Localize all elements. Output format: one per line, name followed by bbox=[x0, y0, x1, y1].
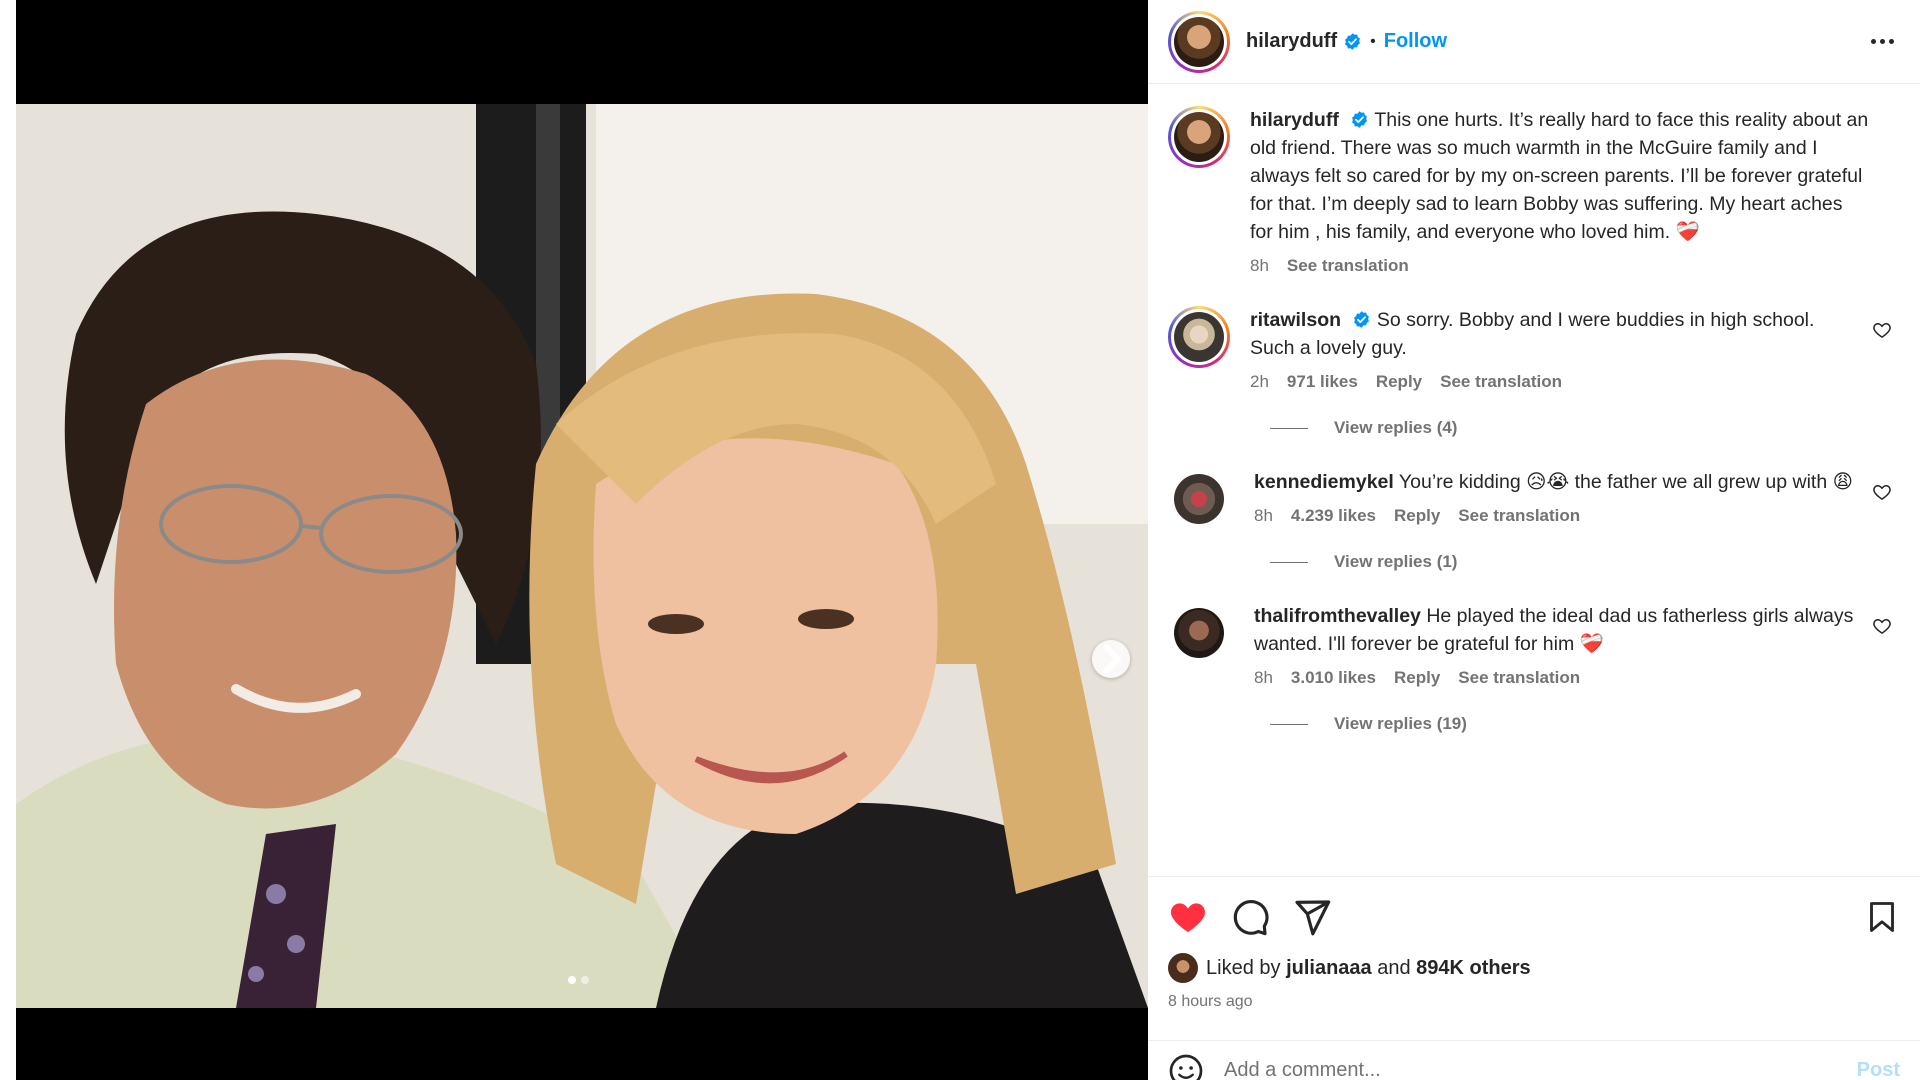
share-icon[interactable] bbox=[1292, 897, 1332, 937]
comment-time: 2h bbox=[1250, 372, 1269, 391]
emoji-icon[interactable] bbox=[1168, 1053, 1204, 1080]
caption-meta: 8h See translation bbox=[1250, 256, 1870, 276]
comment-meta: 8h 4.239 likes Reply See translation bbox=[1254, 506, 1856, 526]
add-comment-bar: Post bbox=[1148, 1040, 1920, 1080]
like-comment-heart-icon[interactable] bbox=[1872, 482, 1892, 502]
carousel-dot bbox=[581, 976, 589, 984]
see-translation-link[interactable]: See translation bbox=[1440, 372, 1562, 392]
caption-text: This one hurts. It’s really hard to face… bbox=[1250, 109, 1869, 243]
like-heart-icon[interactable] bbox=[1168, 897, 1208, 937]
liked-by-others-link[interactable]: 894K others bbox=[1416, 957, 1531, 980]
view-replies-label: View replies (1) bbox=[1334, 552, 1458, 571]
caption-row: hilaryduff This one hurts. It’s really h… bbox=[1168, 106, 1900, 276]
carousel-indicator bbox=[568, 976, 589, 984]
caption-text-block: hilaryduff This one hurts. It’s really h… bbox=[1250, 106, 1870, 246]
comment-row: ritawilson So sorry. Bobby and I were bu… bbox=[1168, 306, 1900, 392]
caption-author-avatar[interactable] bbox=[1168, 106, 1230, 168]
post-time-ago[interactable]: 8 hours ago bbox=[1168, 993, 1900, 1011]
view-replies-button[interactable]: View replies (19) bbox=[1270, 714, 1900, 734]
follow-button[interactable]: Follow bbox=[1384, 30, 1447, 53]
liked-by-line: Liked by julianaaa and 894K others bbox=[1168, 953, 1900, 983]
reply-button[interactable]: Reply bbox=[1394, 668, 1440, 688]
view-replies-button[interactable]: View replies (4) bbox=[1270, 418, 1900, 438]
comment-icon[interactable] bbox=[1230, 897, 1270, 937]
comment-meta: 8h 3.010 likes Reply See translation bbox=[1254, 668, 1856, 688]
commenter-avatar[interactable] bbox=[1174, 608, 1224, 658]
action-bar bbox=[1168, 877, 1900, 957]
chevron-right-icon bbox=[1103, 644, 1121, 674]
caption-author[interactable]: hilaryduff bbox=[1250, 109, 1339, 131]
photo-illustration bbox=[16, 104, 1148, 1008]
comment-likes[interactable]: 971 likes bbox=[1287, 372, 1358, 392]
verified-badge-icon bbox=[1354, 311, 1370, 328]
comment-meta: 2h 971 likes Reply See translation bbox=[1250, 372, 1856, 392]
see-translation-link[interactable]: See translation bbox=[1458, 506, 1580, 526]
comment-time: 8h bbox=[1254, 506, 1273, 525]
commenter-avatar[interactable] bbox=[1174, 474, 1224, 524]
comment-likes[interactable]: 3.010 likes bbox=[1291, 668, 1376, 688]
post-side-panel: hilaryduff • Follow hilaryduff This one … bbox=[1148, 0, 1920, 1080]
comments-list[interactable]: hilaryduff This one hurts. It’s really h… bbox=[1148, 86, 1920, 876]
add-comment-input[interactable] bbox=[1224, 1059, 1857, 1080]
post-header: hilaryduff • Follow bbox=[1148, 0, 1920, 84]
author-avatar[interactable] bbox=[1168, 10, 1230, 73]
caption-time: 8h bbox=[1250, 256, 1269, 275]
comment-text-block: ritawilson So sorry. Bobby and I were bu… bbox=[1250, 306, 1856, 362]
save-bookmark-icon[interactable] bbox=[1864, 899, 1900, 935]
carousel-dot-active bbox=[568, 976, 576, 984]
like-comment-heart-icon[interactable] bbox=[1872, 320, 1892, 340]
commenter-username[interactable]: ritawilson bbox=[1250, 309, 1341, 331]
liked-by-username[interactable]: julianaaa bbox=[1286, 957, 1372, 980]
liked-by-avatar[interactable] bbox=[1168, 953, 1198, 983]
view-replies-label: View replies (4) bbox=[1334, 418, 1458, 437]
view-replies-button[interactable]: View replies (1) bbox=[1270, 552, 1900, 572]
comment-likes[interactable]: 4.239 likes bbox=[1291, 506, 1376, 526]
see-translation-link[interactable]: See translation bbox=[1458, 668, 1580, 688]
post-media bbox=[16, 0, 1148, 1080]
liked-by-and: and bbox=[1377, 956, 1411, 979]
comment-text: You’re kidding 😥😭 the father we all grew… bbox=[1398, 471, 1853, 493]
header-separator: • bbox=[1370, 32, 1376, 50]
post-actions-section: Liked by julianaaa and 894K others 8 hou… bbox=[1148, 876, 1920, 1011]
see-translation-link[interactable]: See translation bbox=[1287, 256, 1409, 276]
comment-text-block: thalifromthevalley He played the ideal d… bbox=[1254, 602, 1856, 658]
like-comment-heart-icon[interactable] bbox=[1872, 616, 1892, 636]
comment-row: thalifromthevalley He played the ideal d… bbox=[1168, 602, 1900, 688]
commenter-username[interactable]: kennediemykel bbox=[1254, 471, 1394, 493]
commenter-username[interactable]: thalifromthevalley bbox=[1254, 605, 1421, 627]
more-options-icon[interactable] bbox=[1865, 33, 1900, 50]
commenter-avatar[interactable] bbox=[1168, 306, 1230, 368]
reply-button[interactable]: Reply bbox=[1394, 506, 1440, 526]
comment-text-block: kennediemykel You’re kidding 😥😭 the fath… bbox=[1254, 468, 1856, 496]
comment-time: 8h bbox=[1254, 668, 1273, 687]
post-photo[interactable] bbox=[16, 104, 1148, 1008]
verified-badge-icon bbox=[1352, 111, 1368, 128]
verified-badge-icon bbox=[1345, 33, 1361, 50]
author-username[interactable]: hilaryduff bbox=[1246, 30, 1337, 53]
post-comment-button[interactable]: Post bbox=[1857, 1059, 1900, 1080]
liked-by-prefix: Liked by bbox=[1206, 956, 1281, 979]
reply-button[interactable]: Reply bbox=[1376, 372, 1422, 392]
comment-row: kennediemykel You’re kidding 😥😭 the fath… bbox=[1168, 468, 1900, 526]
carousel-next-button[interactable] bbox=[1092, 640, 1130, 678]
view-replies-label: View replies (19) bbox=[1334, 714, 1467, 733]
